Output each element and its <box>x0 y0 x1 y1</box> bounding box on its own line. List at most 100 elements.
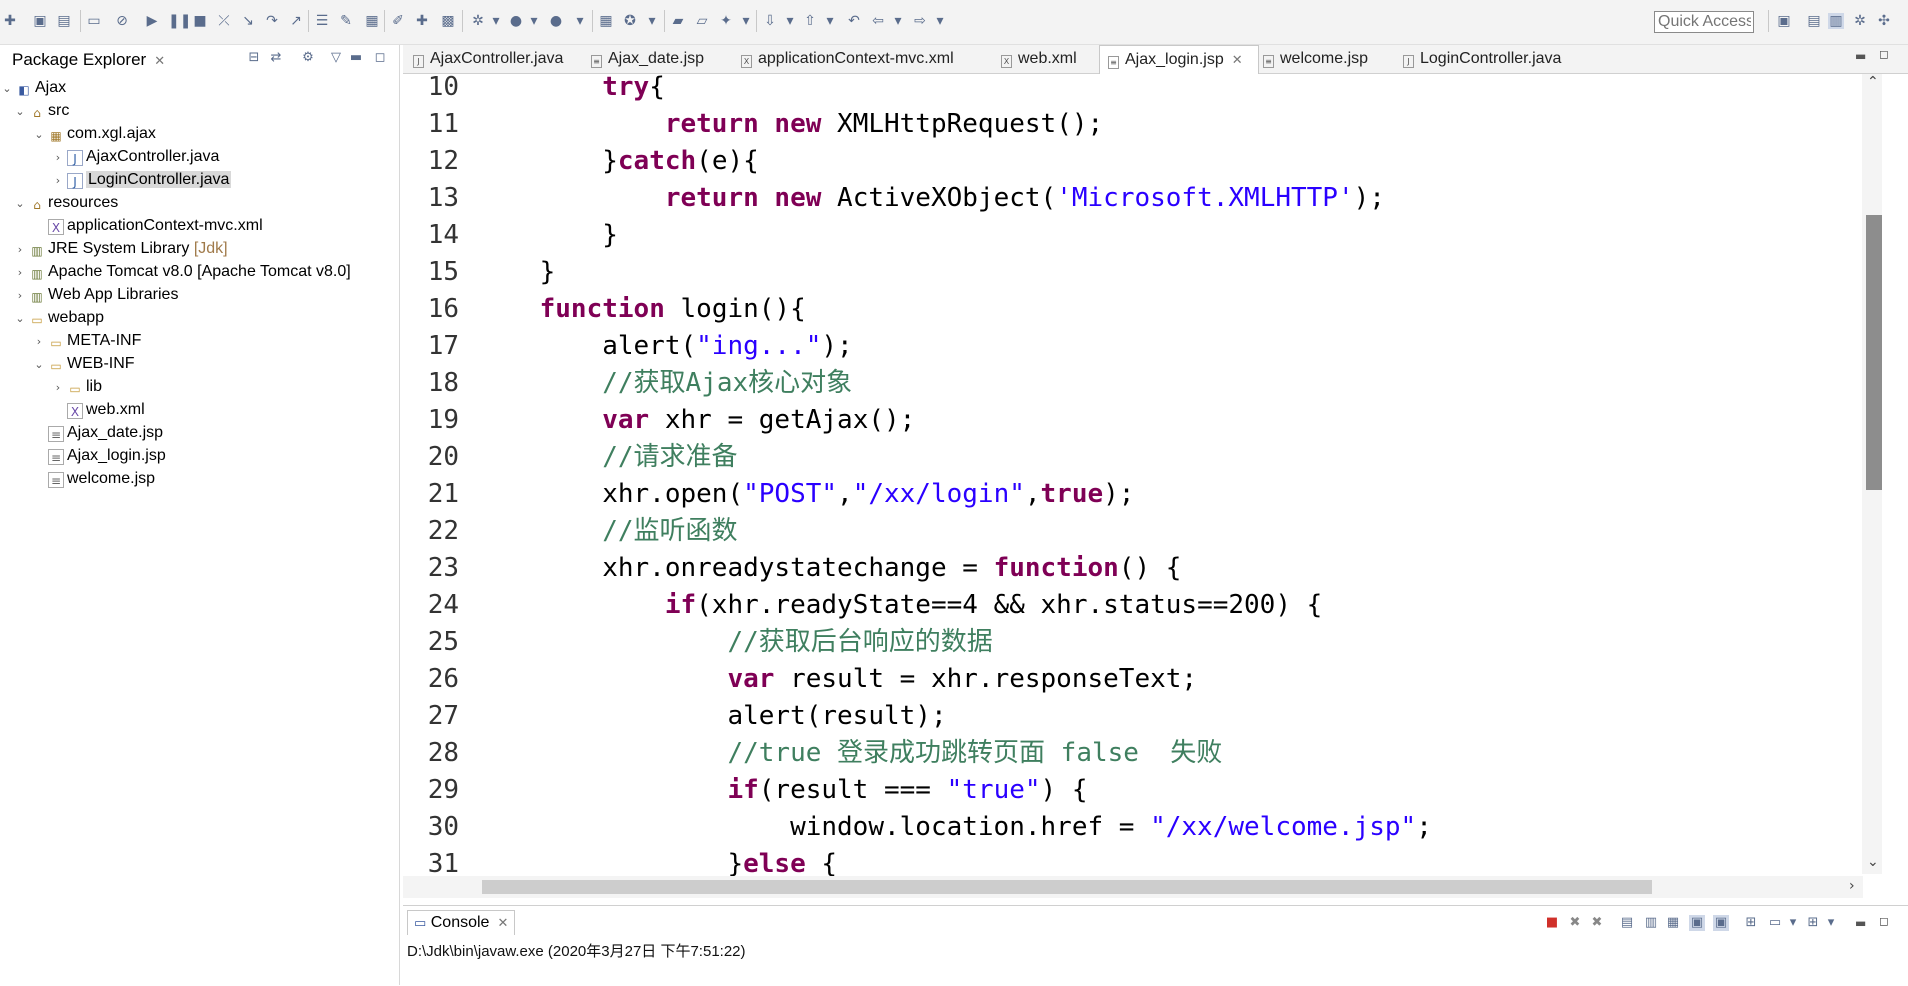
code-line[interactable]: 25 //获取后台响应的数据 <box>403 624 1853 661</box>
last-edit-icon[interactable]: ↶ <box>846 13 862 29</box>
open-console-icon[interactable]: ⊞ <box>1805 915 1821 931</box>
terminal-icon[interactable]: ▭ <box>86 13 102 29</box>
code-line[interactable]: 17 alert("ing..."); <box>403 328 1853 365</box>
link-with-editor-icon[interactable]: ⇄ <box>268 50 284 66</box>
remove-launch-icon[interactable]: ✖ <box>1567 915 1583 931</box>
tree-item-resources[interactable]: ⌄ ⌂ resources <box>13 191 118 214</box>
code-line[interactable]: 13 return new ActiveXObject('Microsoft.X… <box>403 180 1853 217</box>
tab-app-context-xml[interactable]: XapplicationContext-mvc.xml <box>733 45 954 73</box>
skip-breakpoints-icon[interactable]: ⊘ <box>114 13 130 29</box>
maximize-icon[interactable]: ◻ <box>372 50 388 66</box>
dropdown-icon[interactable]: ▾ <box>1823 915 1839 931</box>
package-explorer-tab[interactable]: Package Explorer ✕ ⊟ ⇄ ⚙ ▽ ▬ ◻ <box>0 45 400 73</box>
pin-console-icon[interactable]: ⊞ <box>1743 915 1759 931</box>
horizontal-scrollbar[interactable]: › <box>403 876 1863 898</box>
debug-perspective-icon[interactable]: ✲ <box>1852 13 1868 29</box>
tree-item-web-inf[interactable]: ⌄ ▭ WEB-INF <box>32 352 134 376</box>
tab-web-xml[interactable]: Xweb.xml <box>993 45 1077 73</box>
tab-ajax-login[interactable]: ≡ Ajax_login.jsp ✕ <box>1099 45 1259 75</box>
code-line[interactable]: 30 window.location.href = "/xx/welcome.j… <box>403 809 1853 846</box>
chevron-right-icon[interactable]: › <box>13 238 27 261</box>
scroll-right-icon[interactable]: › <box>1849 878 1855 894</box>
minimize-icon[interactable]: ▬ <box>348 50 364 66</box>
code-line[interactable]: 27 alert(result); <box>403 698 1853 735</box>
dropdown-icon[interactable]: ▾ <box>488 13 504 29</box>
disconnect-icon[interactable]: ⤫ <box>216 13 232 29</box>
step-return-icon[interactable]: ↗ <box>288 13 304 29</box>
code-line[interactable]: 22 //监听函数 <box>403 513 1853 550</box>
maximize-icon[interactable]: ◻ <box>1879 47 1889 61</box>
chevron-right-icon[interactable]: › <box>51 169 65 192</box>
code-line[interactable]: 10 try{ <box>403 74 1853 106</box>
terminate-icon[interactable]: ■ <box>1544 915 1560 931</box>
git-perspective-icon[interactable]: ✣ <box>1876 13 1892 29</box>
code-line[interactable]: 26 var result = xhr.responseText; <box>403 661 1853 698</box>
tab-login-controller[interactable]: J LoginController.java <box>1395 45 1561 73</box>
chevron-down-icon[interactable]: ⌄ <box>32 353 46 376</box>
tree-item-webapp[interactable]: ⌄ ▭ webapp <box>13 306 104 329</box>
tree-item-jre-library[interactable]: › ▥ JRE System Library [Jdk] <box>13 237 228 260</box>
code-line[interactable]: 19 var xhr = getAjax(); <box>403 402 1853 439</box>
chevron-down-icon[interactable]: ⌄ <box>13 192 27 215</box>
tree-item-web-xml[interactable]: Xweb.xml <box>51 398 145 421</box>
chevron-right-icon[interactable]: › <box>32 330 46 353</box>
code-line[interactable]: 15 } <box>403 254 1853 291</box>
chevron-down-icon[interactable]: ⌄ <box>13 100 27 123</box>
code-line[interactable]: 31 }else { <box>403 846 1853 876</box>
profile-icon[interactable]: ▩ <box>440 13 456 29</box>
back-icon[interactable]: ⇦ <box>870 13 886 29</box>
tree-item-ajax-date-jsp[interactable]: ≡ Ajax_date.jsp <box>32 421 163 444</box>
tab-ajax-date[interactable]: ≡ Ajax_date.jsp <box>583 45 704 73</box>
tree-item-ajax-controller[interactable]: › J AjaxController.java <box>51 145 219 168</box>
outline-icon[interactable]: ☰ <box>314 13 330 29</box>
maximize-icon[interactable]: ◻ <box>1879 914 1889 928</box>
chevron-right-icon[interactable]: › <box>51 376 65 399</box>
remove-all-icon[interactable]: ✖ <box>1589 915 1605 931</box>
tree-item-ajax-login-jsp[interactable]: ≡ Ajax_login.jsp <box>32 444 166 467</box>
tree-item-meta-inf[interactable]: › ▭ META-INF <box>32 329 142 353</box>
next-annotation-icon[interactable]: ⇩ <box>762 13 778 29</box>
chevron-down-icon[interactable]: ⌄ <box>32 123 46 146</box>
collapse-all-icon[interactable]: ⊟ <box>246 50 262 66</box>
chevron-right-icon[interactable]: › <box>51 146 65 169</box>
dropdown-icon[interactable]: ▾ <box>644 13 660 29</box>
dropdown-icon[interactable]: ▾ <box>932 13 948 29</box>
console-tab[interactable]: ▭ Console ✕ <box>407 910 516 935</box>
code-line[interactable]: 11 return new XMLHttpRequest(); <box>403 106 1853 143</box>
terminate-icon[interactable]: ■ <box>192 13 208 29</box>
scroll-lock-icon[interactable]: ▥ <box>1643 915 1659 931</box>
code-line[interactable]: 14 } <box>403 217 1853 254</box>
tree-item-app-context-xml[interactable]: XapplicationContext-mvc.xml <box>32 214 263 237</box>
open-type-icon[interactable]: ▦ <box>364 13 380 29</box>
view-menu-icon[interactable]: ▽ <box>328 50 344 66</box>
code-line[interactable]: 29 if(result === "true") { <box>403 772 1853 809</box>
scroll-up-icon[interactable]: ⌃ <box>1867 74 1879 90</box>
step-into-icon[interactable]: ↘ <box>240 13 256 29</box>
display-console-icon[interactable]: ▭ <box>1767 915 1783 931</box>
open-task-icon[interactable]: ✎ <box>338 13 354 29</box>
clear-console-icon[interactable]: ▤ <box>1619 915 1635 931</box>
suspend-icon[interactable]: ❚❚ <box>168 13 191 29</box>
tree-item-webapp-libraries[interactable]: › ▥ Web App Libraries <box>13 283 179 306</box>
code-line[interactable]: 16 function login(){ <box>403 291 1853 328</box>
quick-access-input[interactable] <box>1654 11 1754 33</box>
horizontal-scroll-thumb[interactable] <box>482 880 1652 894</box>
tree-item-package[interactable]: ⌄ ▦ com.xgl.ajax <box>32 122 156 145</box>
dropdown-icon[interactable]: ▾ <box>822 13 838 29</box>
dropdown-icon[interactable]: ▾ <box>738 13 754 29</box>
vertical-scrollbar[interactable]: ⌃ ⌄ <box>1862 74 1882 874</box>
code-line[interactable]: 21 xhr.open("POST","/xx/login",true); <box>403 476 1853 513</box>
tab-welcome[interactable]: ≡ welcome.jsp <box>1255 45 1368 73</box>
open-folder-icon[interactable]: ▰ <box>670 13 686 29</box>
code-line[interactable]: 20 //请求准备 <box>403 439 1853 476</box>
vertical-scroll-thumb[interactable] <box>1866 215 1882 490</box>
dropdown-icon[interactable]: ▾ <box>1785 915 1801 931</box>
tab-ajax-controller[interactable]: J AjaxController.java <box>405 45 563 73</box>
close-icon[interactable]: ✕ <box>154 53 165 68</box>
code-line[interactable]: 18 //获取Ajax核心对象 <box>403 365 1853 402</box>
wand-icon[interactable]: ✦ <box>718 13 734 29</box>
scroll-down-icon[interactable]: ⌄ <box>1867 854 1879 870</box>
focus-icon[interactable]: ⚙ <box>300 50 316 66</box>
tree-item-login-controller[interactable]: › J LoginController.java <box>51 168 232 192</box>
tree-item-welcome-jsp[interactable]: ≡ welcome.jsp <box>32 467 155 490</box>
